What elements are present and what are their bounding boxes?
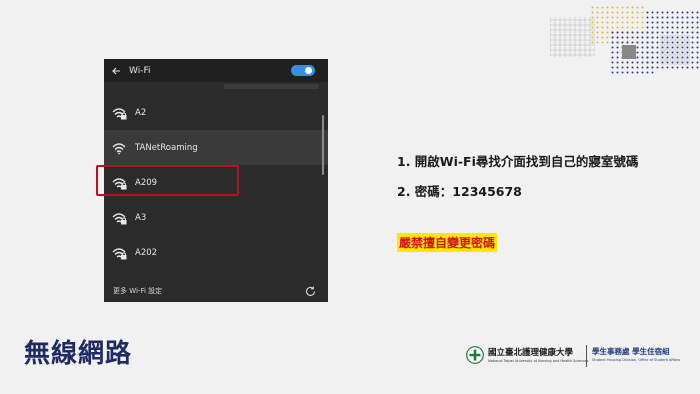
wifi-secured-icon [112,107,127,119]
network-ssid: A3 [135,212,147,223]
scrollbar[interactable] [322,115,324,175]
toggle-knob [305,67,312,74]
network-item-tanetroaming[interactable]: TANetRoaming [104,130,328,165]
wifi-secured-icon [112,212,127,224]
wifi-header: Wi-Fi [104,59,328,82]
wifi-toggle[interactable] [291,65,315,76]
step-1: 1. 開啟Wi-Fi尋找介面找到自己的寢室號碼 [397,154,639,169]
highlight-box [96,165,239,196]
university-name-en: National Taipei University of Nursing an… [488,359,589,363]
decorative-pattern [550,5,700,75]
department-name-en: Student Housing Division, Office of Stud… [592,358,681,362]
more-wifi-settings-link[interactable]: 更多 Wi-Fi 設定 [113,286,162,296]
department-name: 學生事務處 學生住宿組 [592,347,670,356]
university-name: 國立臺北護理健康大學 [488,348,574,358]
wifi-secured-icon [112,247,127,259]
instruction-list: 1. 開啟Wi-Fi尋找介面找到自己的寢室號碼 2. 密碼：12345678 [397,151,638,211]
refresh-icon[interactable] [305,286,316,297]
page-title: 無線網路 [24,339,133,369]
scroll-hint [224,84,319,89]
wifi-footer: 更多 Wi-Fi 設定 [104,280,328,302]
step-2: 2. 密碼：12345678 [397,184,522,199]
network-item-a2[interactable]: A2 [104,95,328,130]
university-seal-icon [466,346,484,364]
warning-note: 嚴禁擅自變更密碼 [397,233,498,252]
network-item-a3[interactable]: A3 [104,200,328,235]
branding: 國立臺北護理健康大學 National Taipei University of… [466,344,680,370]
network-ssid: A202 [135,247,158,258]
wifi-icon [112,142,126,154]
wifi-header-title: Wi-Fi [129,65,151,76]
network-ssid: TANetRoaming [135,142,198,153]
network-ssid: A2 [135,107,147,118]
network-item-a202[interactable]: A202 [104,235,328,270]
divider [586,345,587,367]
back-arrow-icon[interactable] [111,66,121,76]
